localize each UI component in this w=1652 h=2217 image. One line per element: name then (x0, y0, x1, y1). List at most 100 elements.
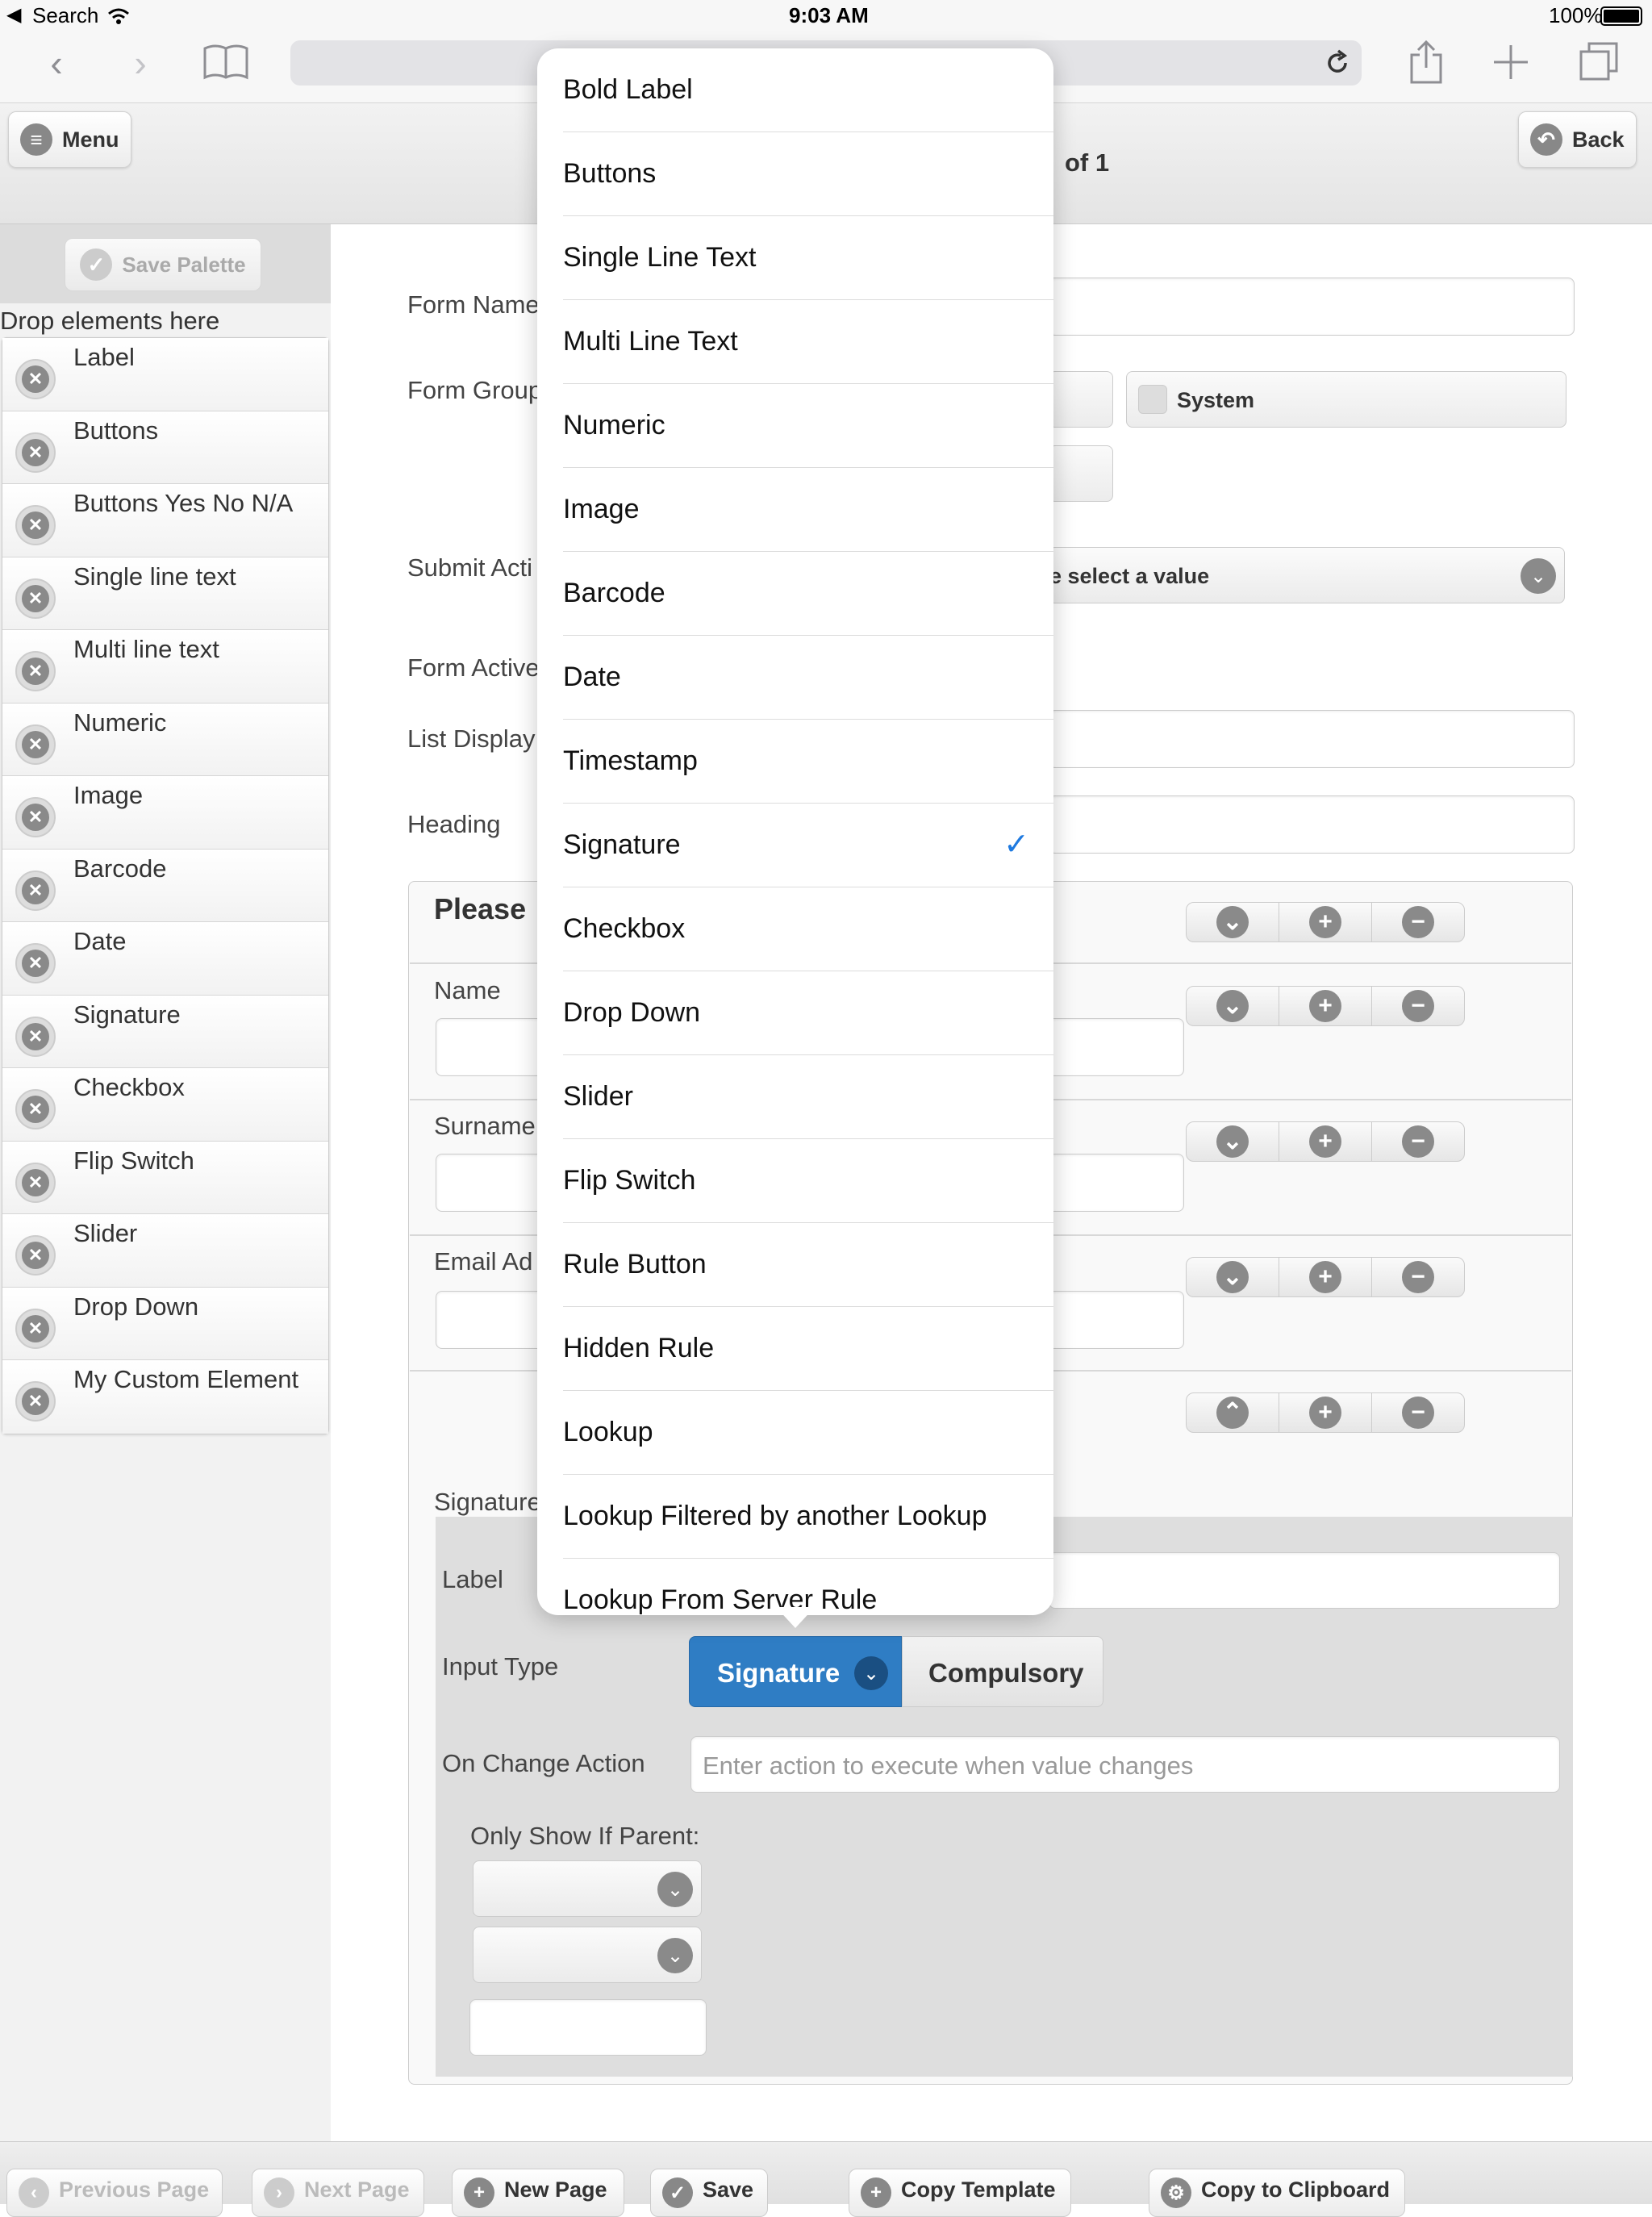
parent-value-input[interactable] (469, 1999, 707, 2056)
remove-row-button[interactable]: − (1372, 1258, 1464, 1296)
submit-action-select[interactable]: e select a value ⌄ (1049, 547, 1565, 603)
move-down-button[interactable]: ⌄ (1187, 987, 1279, 1025)
form-group-button[interactable] (1049, 371, 1113, 428)
new-tab-icon[interactable] (1492, 44, 1529, 81)
heading-input[interactable] (1049, 795, 1575, 854)
chevron-down-icon: ⌄ (1216, 990, 1249, 1022)
palette-item[interactable]: My Custom Element (2, 1360, 328, 1434)
remove-circle-icon[interactable] (15, 870, 56, 911)
remove-circle-icon[interactable] (15, 1089, 56, 1129)
new-page-button[interactable]: + New Page (452, 2169, 624, 2217)
popover-option[interactable]: Barcode (563, 552, 1053, 636)
palette-item[interactable]: Signature (2, 995, 328, 1068)
popover-option[interactable]: Multi Line Text (563, 300, 1053, 384)
popover-option[interactable]: Lookup (563, 1391, 1053, 1475)
popover-option[interactable]: Timestamp (563, 720, 1053, 804)
remove-circle-icon[interactable] (15, 359, 56, 399)
share-icon[interactable] (1407, 39, 1446, 86)
remove-circle-icon[interactable] (15, 724, 56, 765)
browser-back-icon[interactable]: ‹ (31, 39, 82, 90)
popover-option[interactable]: Image (563, 468, 1053, 552)
compulsory-toggle[interactable]: Compulsory (902, 1636, 1103, 1707)
remove-row-button[interactable]: − (1372, 987, 1464, 1025)
back-button[interactable]: ↶ Back (1518, 111, 1637, 168)
palette-item[interactable]: Drop Down (2, 1287, 328, 1360)
copy-template-button[interactable]: + Copy Template (849, 2169, 1071, 2217)
palette-item[interactable]: Single line text (2, 557, 328, 630)
palette-item[interactable]: Label (2, 338, 328, 411)
remove-circle-icon[interactable] (15, 797, 56, 837)
popover-option[interactable]: Slider (563, 1055, 1053, 1139)
remove-circle-icon[interactable] (15, 1308, 56, 1349)
copy-to-clipboard-button[interactable]: ⚙ Copy to Clipboard (1149, 2169, 1405, 2217)
popover-option[interactable]: Rule Button (563, 1223, 1053, 1307)
list-display-input[interactable] (1049, 710, 1575, 768)
add-row-button[interactable]: + (1279, 1122, 1372, 1161)
palette-item[interactable]: Numeric (2, 703, 328, 776)
popover-option[interactable]: Drop Down (563, 971, 1053, 1055)
save-button[interactable]: ✓ Save (650, 2169, 768, 2217)
remove-circle-icon[interactable] (15, 651, 56, 691)
add-row-button[interactable]: + (1279, 987, 1372, 1025)
on-change-input[interactable]: Enter action to execute when value chang… (690, 1736, 1560, 1793)
checkbox-box[interactable] (1138, 385, 1167, 414)
palette-item[interactable]: Multi line text (2, 630, 328, 704)
remove-circle-icon[interactable] (15, 1235, 56, 1276)
move-down-button[interactable]: ⌄ (1187, 1122, 1279, 1161)
move-up-button[interactable]: ⌃ (1187, 1393, 1279, 1432)
popover-option[interactable]: Bold Label (563, 48, 1053, 132)
popover-option[interactable]: Signature ✓ (563, 804, 1053, 887)
add-row-button[interactable]: + (1279, 1393, 1372, 1432)
popover-option[interactable]: Date (563, 636, 1053, 720)
previous-page-button[interactable]: ‹ Previous Page (6, 2169, 223, 2217)
input-type-select[interactable]: Signature ⌄ (689, 1636, 902, 1707)
move-down-button[interactable]: ⌄ (1187, 1258, 1279, 1296)
popover-option[interactable]: Flip Switch (563, 1139, 1053, 1223)
remove-circle-icon[interactable] (15, 505, 56, 545)
popover-option[interactable]: Lookup Filtered by another Lookup (563, 1475, 1053, 1559)
input-type-label: Input Type (442, 1652, 559, 1680)
browser-forward-icon[interactable]: › (115, 39, 166, 90)
remove-row-button[interactable]: − (1372, 1122, 1464, 1161)
palette-item[interactable]: Slider (2, 1214, 328, 1288)
add-row-button[interactable]: + (1279, 903, 1372, 941)
system-checkbox[interactable]: System (1126, 371, 1566, 428)
save-palette-button[interactable]: ✓ Save Palette (65, 238, 261, 291)
back-app-label[interactable]: Search (32, 3, 98, 28)
parent-field-select[interactable]: ⌄ (473, 1860, 702, 1917)
popover-option[interactable]: Single Line Text (563, 216, 1053, 300)
label-input[interactable] (1049, 1552, 1560, 1609)
palette-item[interactable]: Barcode (2, 849, 328, 922)
remove-circle-icon[interactable] (15, 578, 56, 619)
popover-option[interactable]: Checkbox (563, 887, 1053, 971)
bookmarks-icon[interactable] (202, 42, 250, 82)
remove-row-button[interactable]: − (1372, 903, 1464, 941)
menu-button[interactable]: ≡ Menu (8, 111, 131, 168)
add-row-button[interactable]: + (1279, 1258, 1372, 1296)
remove-circle-icon[interactable] (15, 1016, 56, 1057)
palette-item[interactable]: Date (2, 922, 328, 996)
tabs-icon[interactable] (1578, 40, 1621, 84)
remove-circle-icon[interactable] (15, 1381, 56, 1422)
remove-circle-icon[interactable] (15, 432, 56, 473)
popover-option[interactable]: Buttons (563, 132, 1053, 216)
palette-item[interactable]: Checkbox (2, 1068, 328, 1142)
reload-icon[interactable] (1323, 48, 1352, 77)
form-group-option-button[interactable] (1049, 445, 1113, 502)
back-arrow-icon[interactable]: ◀ (6, 3, 21, 27)
popover-option[interactable]: Numeric (563, 384, 1053, 468)
remove-row-button[interactable]: − (1372, 1393, 1464, 1432)
popover-option[interactable]: Hidden Rule (563, 1307, 1053, 1391)
palette-item[interactable]: Buttons Yes No N/A (2, 484, 328, 557)
move-down-button[interactable]: ⌄ (1187, 903, 1279, 941)
plus-icon: + (1309, 1125, 1341, 1158)
minus-icon: − (1402, 1125, 1434, 1158)
palette-item[interactable]: Image (2, 776, 328, 850)
next-page-button[interactable]: › Next Page (252, 2169, 424, 2217)
form-name-input[interactable] (1049, 278, 1575, 336)
parent-value-select[interactable]: ⌄ (473, 1927, 702, 1983)
remove-circle-icon[interactable] (15, 1162, 56, 1203)
palette-item[interactable]: Flip Switch (2, 1141, 328, 1214)
palette-item[interactable]: Buttons (2, 411, 328, 484)
remove-circle-icon[interactable] (15, 943, 56, 983)
